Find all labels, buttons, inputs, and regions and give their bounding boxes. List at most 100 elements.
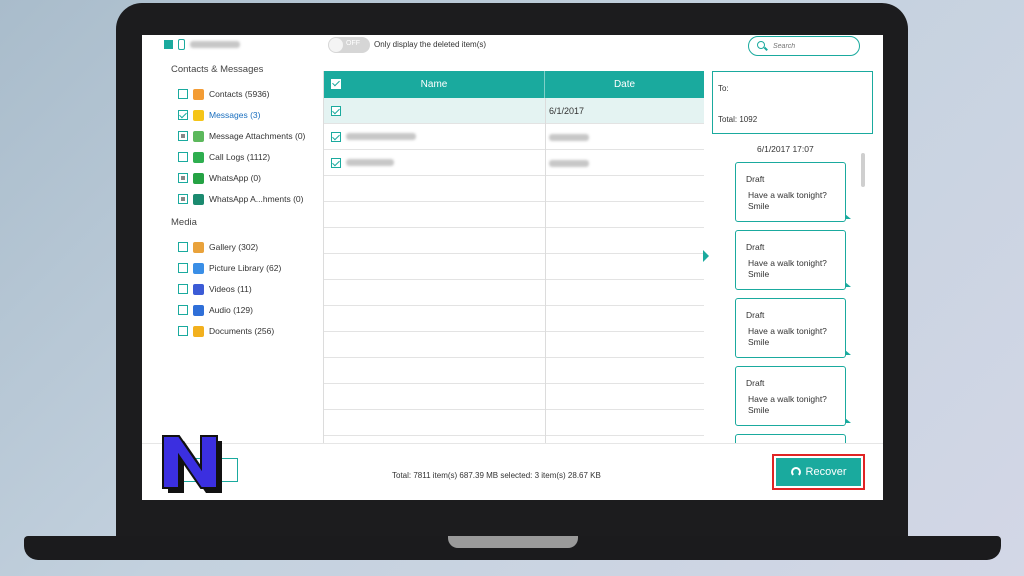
sidebar-item[interactable]: Videos (11) (178, 281, 252, 297)
message-text: Have a walk tonight? Smile (748, 258, 827, 279)
sidebar-item[interactable]: Picture Library (62) (178, 260, 281, 276)
expand-arrow-icon[interactable] (703, 250, 709, 262)
laptop-notch (448, 536, 578, 548)
column-divider (545, 150, 546, 176)
row-checkbox[interactable] (331, 132, 341, 142)
message-bubble[interactable]: Draft Have a walk tonight? Smile (735, 230, 851, 290)
table-row-empty (324, 384, 704, 410)
sidebar-item[interactable]: Documents (256) (178, 323, 274, 339)
sidebar-item-label: Message Attachments (0) (209, 131, 306, 141)
column-divider (545, 358, 546, 384)
row-date-redacted (549, 160, 589, 167)
recipient-label: To: (718, 84, 729, 93)
device-checkbox[interactable] (164, 40, 173, 49)
table-row-empty (324, 254, 704, 280)
picture-library-icon (193, 262, 204, 274)
column-divider (545, 98, 546, 124)
whatsapp-attachment-icon (193, 193, 204, 205)
sidebar-item[interactable]: Message Attachments (0) (178, 128, 305, 144)
recover-button-highlight[interactable]: Recover (772, 454, 865, 490)
sidebar-item-checkbox[interactable] (178, 152, 188, 162)
recover-icon (790, 467, 801, 477)
sidebar-item[interactable]: Gallery (302) (178, 239, 258, 255)
column-header-date[interactable]: Date (545, 71, 704, 98)
sidebar-item-label: Videos (11) (209, 284, 252, 294)
table-row-empty (324, 332, 704, 358)
row-date-redacted (549, 134, 589, 141)
whatsapp-icon (193, 172, 204, 184)
message-timestamp: 6/1/2017 17:07 (757, 144, 814, 154)
message-status: Draft (746, 174, 765, 184)
sidebar-item-checkbox[interactable] (178, 110, 188, 120)
sidebar-item-checkbox[interactable] (178, 89, 188, 99)
row-checkbox[interactable] (331, 106, 341, 116)
sidebar-item-checkbox[interactable] (178, 284, 188, 294)
sidebar-item-label: Audio (129) (209, 305, 253, 315)
message-text: Have a walk tonight? Smile (748, 326, 827, 347)
message-bubble[interactable]: Draft Have a walk tonight? Smile (735, 162, 851, 222)
sidebar-item-label: Documents (256) (209, 326, 275, 336)
column-divider (545, 202, 546, 228)
column-divider (545, 306, 546, 332)
column-divider (545, 176, 546, 202)
device-row[interactable] (164, 39, 240, 50)
table-row-empty (324, 228, 704, 254)
message-scrollbar[interactable] (861, 153, 865, 187)
message-status: Draft (746, 310, 765, 320)
sidebar-item-checkbox[interactable] (178, 131, 188, 141)
column-divider (545, 410, 546, 436)
table-row[interactable]: 6/1/2017 (324, 98, 704, 124)
search-icon (757, 41, 765, 49)
sidebar-item-checkbox[interactable] (178, 173, 188, 183)
sidebar-item-checkbox[interactable] (178, 263, 188, 273)
table-row[interactable] (324, 150, 704, 176)
sidebar-item-checkbox[interactable] (178, 305, 188, 315)
contacts-icon (193, 88, 204, 100)
search-box[interactable] (748, 36, 860, 56)
sidebar-item[interactable]: WhatsApp (0) (178, 170, 261, 186)
column-header-name[interactable]: Name (324, 71, 545, 98)
sidebar-item-checkbox[interactable] (178, 326, 188, 336)
sidebar-item-checkbox[interactable] (178, 242, 188, 252)
column-divider (545, 384, 546, 410)
message-status: Draft (746, 378, 765, 388)
recover-button[interactable]: Recover (776, 458, 861, 486)
table-row-empty (324, 306, 704, 332)
device-name-redacted (190, 41, 240, 48)
sidebar-item-label: Messages (3) (209, 110, 261, 120)
sidebar-item[interactable]: Messages (3) (178, 107, 261, 123)
row-date: 6/1/2017 (549, 106, 585, 116)
toggle-knob (329, 38, 343, 52)
message-bubble[interactable]: Draft Have a walk tonight? Smile (735, 366, 851, 426)
search-input[interactable] (773, 40, 853, 52)
sidebar-item-checkbox[interactable] (178, 194, 188, 204)
message-total-label: Total: 1092 (718, 115, 758, 124)
table-row-empty (324, 358, 704, 384)
sidebar-item[interactable]: Call Logs (1112) (178, 149, 270, 165)
items-table: Name Date 6/1/2017 (323, 71, 704, 462)
column-divider (545, 254, 546, 280)
sidebar-item-label: Contacts (5936) (209, 89, 270, 99)
sidebar-item[interactable]: Contacts (5936) (178, 86, 269, 102)
videos-icon (193, 283, 204, 295)
deleted-only-toggle[interactable]: OFF (328, 37, 370, 53)
message-text: Have a walk tonight? Smile (748, 394, 827, 415)
message-bubble[interactable]: Draft Have a walk tonight? Smile (735, 298, 851, 358)
sidebar-item[interactable]: Audio (129) (178, 302, 253, 318)
sidebar-item-label: Call Logs (1112) (209, 152, 271, 162)
table-row[interactable] (324, 124, 704, 150)
column-divider (545, 124, 546, 150)
sidebar-item-label: WhatsApp A...hments (0) (209, 194, 304, 204)
sidebar-item[interactable]: WhatsApp A...hments (0) (178, 191, 303, 207)
bottom-bar: Total: 7811 item(s) 687.39 MB selected: … (142, 443, 883, 500)
message-text: Have a walk tonight? Smile (748, 190, 827, 211)
table-row-empty (324, 176, 704, 202)
row-checkbox[interactable] (331, 158, 341, 168)
section-title-contacts-messages: Contacts & Messages (171, 64, 264, 75)
column-divider (545, 280, 546, 306)
total-summary: Total: 7811 item(s) 687.39 MB selected: … (392, 471, 601, 480)
attachment-icon (193, 130, 204, 142)
message-detail-box: To: Total: 1092 (712, 71, 873, 134)
sidebar-item-label: WhatsApp (0) (209, 173, 261, 183)
table-row-empty (324, 202, 704, 228)
